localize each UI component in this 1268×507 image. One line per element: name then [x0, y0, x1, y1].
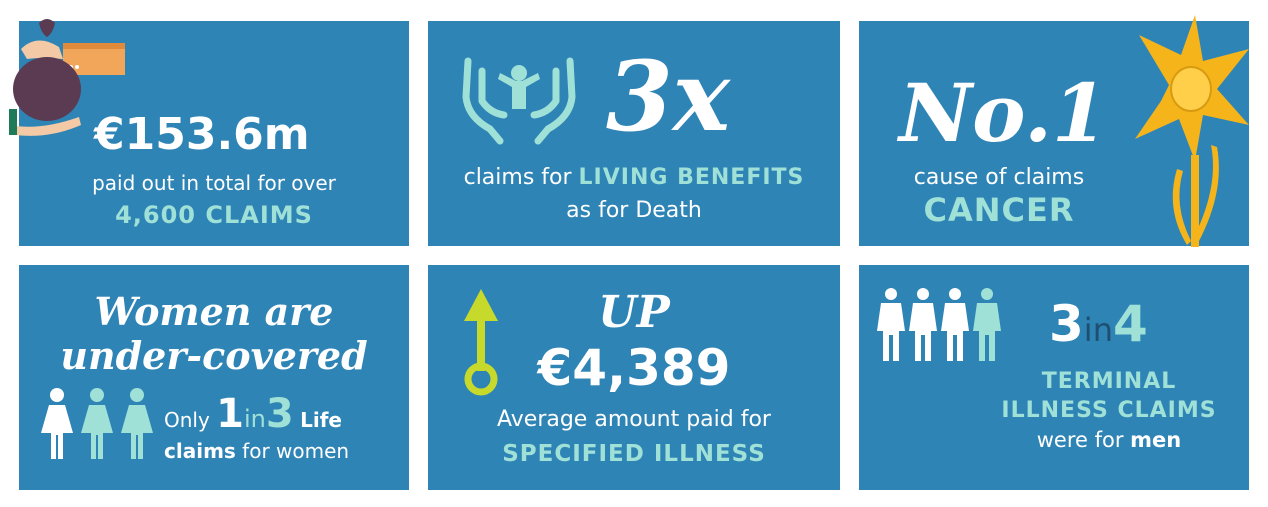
stat-tile-cancer: No.1 cause of claims CANCER	[859, 15, 1249, 247]
average-line2: SPECIFIED ILLNESS	[502, 441, 766, 467]
men-figures-icon	[877, 287, 1001, 363]
women-title-line2: under-covered	[60, 333, 368, 378]
cancer-line1: cause of claims	[913, 165, 1085, 190]
ratio-life: Life	[300, 408, 342, 432]
men-ratio-in: in	[1083, 311, 1113, 349]
living-benefits-line2: as for Death	[566, 198, 702, 223]
average-line1: Average amount paid for	[497, 407, 771, 432]
total-paid-line2: 4,600 CLAIMS	[115, 201, 313, 229]
men-ratio-numerator: 3	[1049, 295, 1084, 353]
line1-emphasis: LIVING BENEFITS	[578, 165, 805, 190]
men-line3-prefix: were for	[1036, 428, 1124, 452]
average-amount: €4,389	[537, 339, 731, 397]
rank-figure: No.1	[899, 66, 1108, 160]
daffodil-icon	[1099, 15, 1259, 247]
men-line1: TERMINAL	[1041, 369, 1177, 394]
stat-tile-specified-illness: UP €4,389 Average amount paid for SPECIF…	[428, 265, 840, 490]
ratio-in: in	[244, 405, 266, 433]
women-title-line1: Women are	[94, 289, 334, 334]
men-ratio: 3in4	[1049, 295, 1148, 353]
women-line2-emphasis: claims	[164, 439, 236, 463]
men-ratio-denominator: 4	[1112, 295, 1148, 353]
men-line2: ILLNESS CLAIMS	[1001, 398, 1217, 423]
men-line3-emphasis: men	[1130, 428, 1182, 452]
living-benefits-line1: claims for LIVING BENEFITS	[428, 165, 840, 190]
women-figures-icon	[39, 387, 159, 461]
hands-person-icon	[460, 51, 578, 147]
men-line3: were for men	[979, 428, 1239, 452]
up-label: UP	[598, 287, 670, 338]
women-ratio-line: Only 1in3 Life	[164, 391, 409, 437]
stat-tile-men: 3in4 TERMINAL ILLNESS CLAIMS were for me…	[859, 265, 1249, 490]
ratio-numerator: 1	[216, 391, 245, 437]
stat-tile-living-benefits: 3x claims for LIVING BENEFITS as for Dea…	[428, 21, 840, 246]
women-line2: claims for women	[164, 439, 409, 463]
total-paid-amount: €153.6m	[94, 109, 310, 160]
multiplier-figure: 3x	[606, 40, 731, 153]
women-line2-rest: for women	[242, 439, 350, 463]
total-paid-line1: paid out in total for over	[92, 171, 336, 195]
stat-tile-women: Women are under-covered Only 1in3 Life c…	[19, 265, 409, 490]
line1-prefix: claims for	[463, 165, 572, 190]
cancer-line2: CANCER	[923, 191, 1075, 229]
ratio-prefix: Only	[164, 408, 210, 432]
stat-tile-total-paid: €153.6m paid out in total for over 4,600…	[9, 19, 409, 246]
ratio-denominator: 3	[265, 391, 294, 437]
